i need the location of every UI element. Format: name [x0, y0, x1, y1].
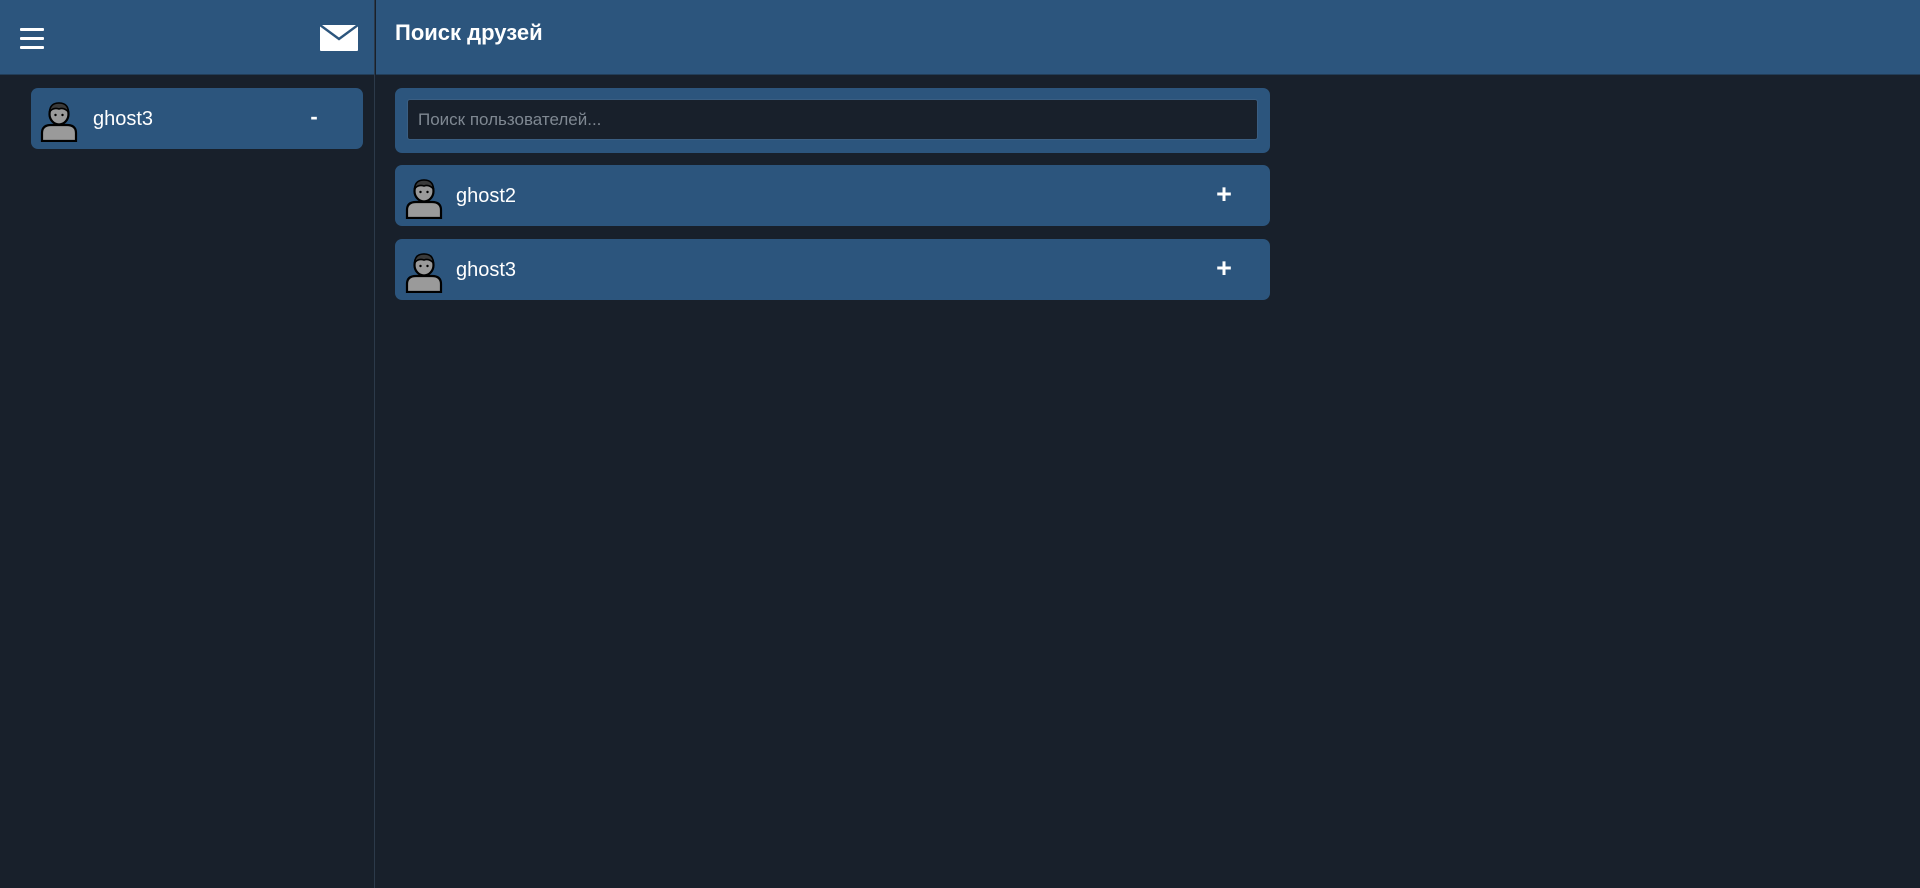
user-avatar-icon	[405, 253, 443, 293]
sidebar: ghost3 -	[0, 0, 375, 888]
remove-friend-button[interactable]: -	[303, 102, 325, 132]
search-results: ghost2 + ghost3 +	[395, 165, 1270, 313]
hamburger-icon[interactable]	[20, 28, 44, 50]
app: ghost3 - Поиск друзей ghost2 +	[0, 0, 1920, 888]
envelope-icon[interactable]	[320, 25, 358, 51]
user-avatar-icon	[40, 102, 78, 142]
menu-line	[20, 46, 44, 49]
friend-item[interactable]: ghost3 -	[31, 88, 363, 149]
friend-name: ghost3	[93, 108, 154, 130]
sidebar-header	[0, 0, 374, 75]
search-panel	[395, 88, 1270, 153]
add-friend-button[interactable]: +	[1211, 253, 1237, 283]
main-content: Поиск друзей ghost2 +	[376, 0, 1920, 888]
page-title: Поиск друзей	[395, 20, 543, 45]
result-name: ghost2	[456, 185, 517, 207]
user-avatar-icon	[405, 179, 443, 219]
result-name: ghost3	[456, 259, 517, 281]
friend-list: ghost3 -	[0, 75, 374, 149]
menu-line	[20, 37, 44, 40]
result-item[interactable]: ghost3 +	[395, 239, 1270, 300]
result-item[interactable]: ghost2 +	[395, 165, 1270, 226]
search-input[interactable]	[407, 99, 1258, 140]
main-header: Поиск друзей	[376, 0, 1920, 75]
add-friend-button[interactable]: +	[1211, 179, 1237, 209]
menu-line	[20, 28, 44, 31]
